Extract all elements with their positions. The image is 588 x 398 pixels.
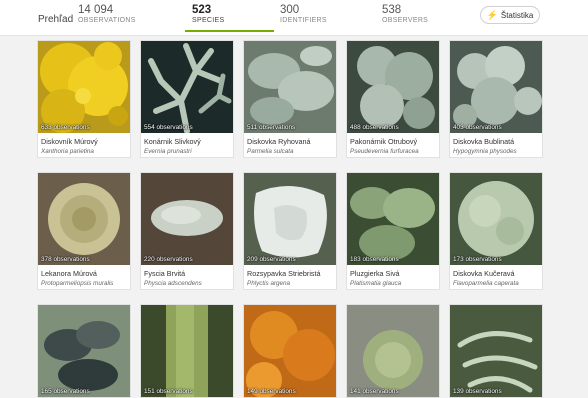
common-name[interactable]: Pluzgierka Sivá — [350, 269, 436, 278]
lichen-photo-green-trunk — [141, 305, 233, 397]
lichen-photo-puffy — [450, 41, 542, 133]
common-name[interactable]: Diskovka Ryhovaná — [247, 137, 333, 146]
species-card[interactable]: 554 observations Konárnik Slivkový Evern… — [140, 40, 234, 158]
species-photo[interactable]: 554 observations — [141, 41, 233, 133]
scientific-name: Evernia prunastri — [144, 148, 192, 155]
common-name[interactable]: Diskovka Bublinatá — [453, 137, 539, 146]
common-name[interactable]: Lekanora Múrová — [41, 269, 127, 278]
common-name[interactable]: Fyscia Brvitá — [144, 269, 230, 278]
species-label: SPECIES — [192, 17, 225, 24]
scientific-name: Platismatia glauca — [350, 280, 402, 287]
observation-count: 183 observations — [350, 256, 399, 263]
lichen-photo-rosette — [38, 173, 130, 265]
tab-identifiers[interactable]: 300 IDENTIFIERS — [280, 4, 327, 24]
scientific-name: Parmelia sulcata — [247, 148, 294, 155]
lichen-photo-crust-rock — [347, 305, 439, 397]
observation-count: 209 observations — [247, 256, 296, 263]
species-card[interactable]: 141 observations — [346, 304, 440, 398]
species-photo[interactable]: 139 observations — [450, 305, 542, 397]
observation-count: 633 observations — [41, 124, 90, 131]
lightning-icon: ⚡ — [486, 9, 498, 20]
observations-count: 14 094 — [78, 4, 114, 16]
observers-label: OBSERVERS — [382, 17, 429, 24]
observation-count: 554 observations — [144, 124, 193, 131]
common-name[interactable]: Rozsypavka Striebristá — [247, 269, 333, 278]
species-card[interactable]: 149 observations — [243, 304, 337, 398]
species-card[interactable]: 139 observations — [449, 304, 543, 398]
observers-count: 538 — [382, 4, 402, 16]
species-card[interactable]: 511 observations Diskovka Ryhovaná Parme… — [243, 40, 337, 158]
species-card[interactable]: 173 observations Diskovka Kučeravá Flavo… — [449, 172, 543, 290]
tab-observers[interactable]: 538 OBSERVERS — [382, 4, 428, 24]
observation-count: 488 observations — [350, 124, 399, 131]
lichen-photo-pale-green — [450, 173, 542, 265]
observations-label: OBSERVATIONS — [78, 17, 136, 24]
identifiers-label: IDENTIFIERS — [280, 17, 327, 24]
species-card[interactable]: 209 observations Rozsypavka Striebristá … — [243, 172, 337, 290]
scientific-name: Physcia adscendens — [144, 280, 202, 287]
lichen-photo-yellow — [38, 41, 130, 133]
page-title: Prehľad — [38, 14, 74, 25]
species-photo[interactable]: 403 observations — [450, 41, 542, 133]
species-card[interactable]: 220 observations Fyscia Brvitá Physcia a… — [140, 172, 234, 290]
observation-count: 378 observations — [41, 256, 90, 263]
common-name[interactable]: Pakonárnik Otrubový — [350, 137, 436, 146]
lichen-photo-dark-lobes — [38, 305, 130, 397]
observation-count: 403 observations — [453, 124, 502, 131]
species-photo[interactable]: 209 observations — [244, 173, 336, 265]
species-card[interactable]: 633 observations Diskovník Múrový Xantho… — [37, 40, 131, 158]
species-count: 523 — [192, 4, 212, 16]
common-name[interactable]: Diskovka Kučeravá — [453, 269, 539, 278]
species-card[interactable]: 403 observations Diskovka Bublinatá Hypo… — [449, 40, 543, 158]
species-card[interactable]: 488 observations Pakonárnik Otrubový Pse… — [346, 40, 440, 158]
common-name[interactable]: Diskovník Múrový — [41, 137, 127, 146]
lichen-photo-grey-branches — [141, 41, 233, 133]
scientific-name: Phlyctis argena — [247, 280, 291, 287]
top-bar: Prehľad 14 094 OBSERVATIONS 523 SPECIES … — [0, 0, 588, 36]
statistics-button-label: Štatistika — [500, 10, 534, 20]
scientific-name: Flavoparmelia caperata — [453, 280, 519, 287]
observation-count: 173 observations — [453, 256, 502, 263]
identifiers-count: 300 — [280, 4, 300, 16]
lichen-photo-green-leafy — [347, 173, 439, 265]
common-name[interactable]: Konárnik Slivkový — [144, 137, 230, 146]
species-photo[interactable]: 165 observations — [38, 305, 130, 397]
species-photo[interactable]: 220 observations — [141, 173, 233, 265]
species-photo[interactable]: 633 observations — [38, 41, 130, 133]
tab-observations[interactable]: 14 094 OBSERVATIONS — [78, 4, 136, 24]
lichen-photo-bushy — [347, 41, 439, 133]
species-card[interactable]: 183 observations Pluzgierka Sivá Platism… — [346, 172, 440, 290]
species-photo[interactable]: 149 observations — [244, 305, 336, 397]
species-photo[interactable]: 183 observations — [347, 173, 439, 265]
species-card[interactable]: 151 observations — [140, 304, 234, 398]
lichen-photo-orange — [244, 305, 336, 397]
species-card[interactable]: 165 observations — [37, 304, 131, 398]
scientific-name: Xanthoria parietina — [41, 148, 94, 155]
species-photo[interactable]: 173 observations — [450, 173, 542, 265]
species-photo[interactable]: 488 observations — [347, 41, 439, 133]
species-photo[interactable]: 511 observations — [244, 41, 336, 133]
lichen-photo-grey-leafy — [244, 41, 336, 133]
species-photo[interactable]: 141 observations — [347, 305, 439, 397]
scientific-name: Pseudevernia furfuracea — [350, 148, 419, 155]
lichen-photo-wispy — [450, 305, 542, 397]
tab-species[interactable]: 523 SPECIES — [192, 4, 224, 24]
species-photo[interactable]: 378 observations — [38, 173, 130, 265]
active-tab-indicator — [185, 30, 274, 32]
scientific-name: Hypogymnia physodes — [453, 148, 517, 155]
statistics-button[interactable]: ⚡ Štatistika — [480, 6, 540, 24]
observation-count: 511 observations — [247, 124, 296, 131]
observation-count: 220 observations — [144, 256, 193, 263]
lichen-photo-white-crust — [244, 173, 336, 265]
species-photo[interactable]: 151 observations — [141, 305, 233, 397]
species-card[interactable]: 378 observations Lekanora Múrová Protopa… — [37, 172, 131, 290]
scientific-name: Protoparmeliopsis muralis — [41, 280, 114, 287]
lichen-photo-bark — [141, 173, 233, 265]
